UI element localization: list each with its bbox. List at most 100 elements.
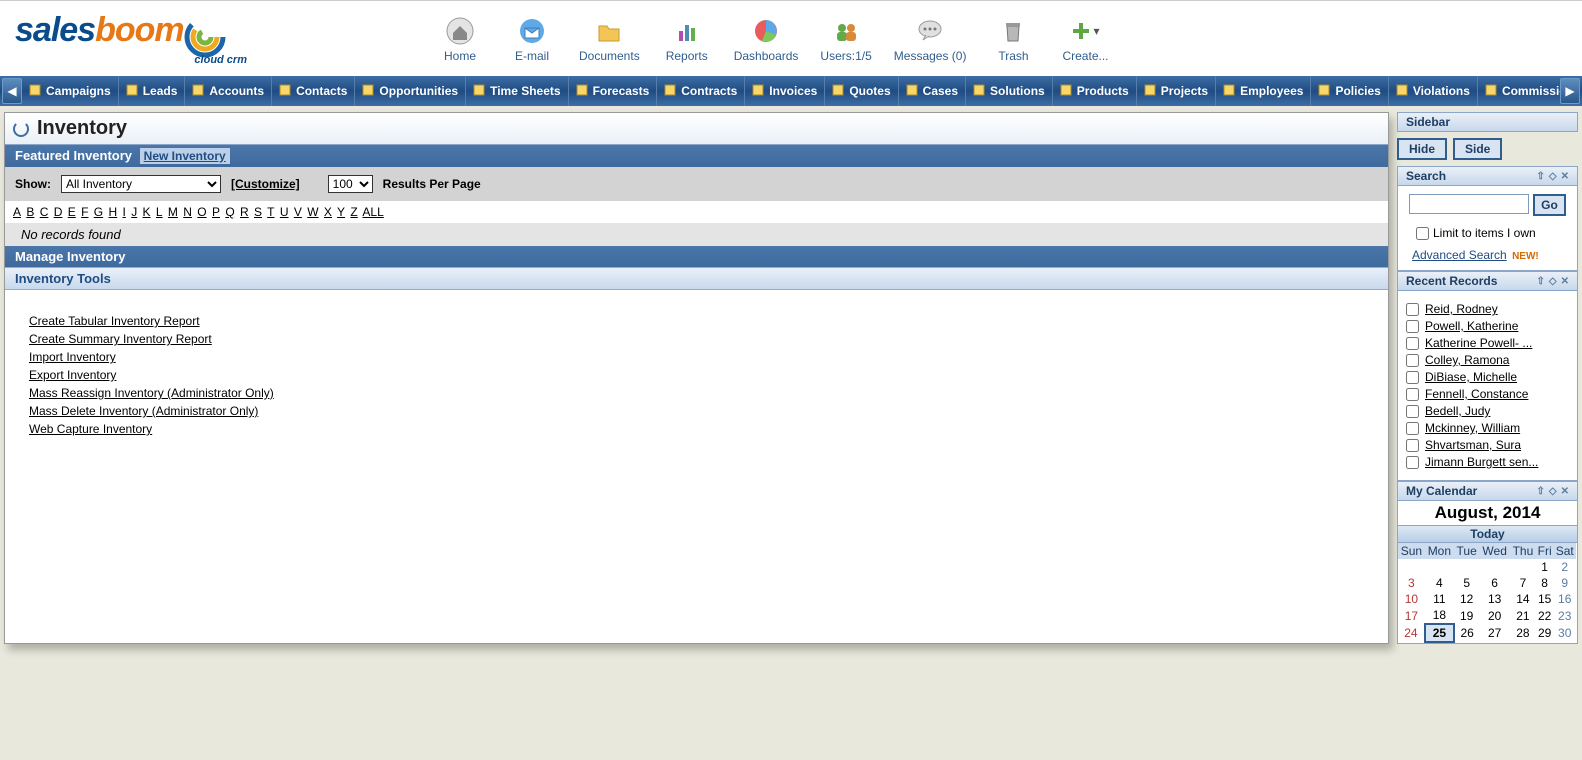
alpha-V[interactable]: V bbox=[294, 205, 302, 219]
topnav-trash[interactable]: Trash bbox=[988, 15, 1038, 63]
cal-day[interactable]: 7 bbox=[1510, 575, 1536, 591]
topnav-dashboards[interactable]: Dashboards bbox=[734, 15, 799, 63]
nav-item-cases[interactable]: Cases bbox=[898, 76, 965, 106]
cal-day[interactable]: 28 bbox=[1510, 624, 1536, 642]
alpha-I[interactable]: I bbox=[123, 205, 126, 219]
recent-checkbox[interactable] bbox=[1406, 422, 1419, 435]
cal-day[interactable]: 14 bbox=[1510, 591, 1536, 607]
nav-item-leads[interactable]: Leads bbox=[118, 76, 185, 106]
cal-day[interactable]: 26 bbox=[1454, 624, 1479, 642]
tool-link[interactable]: Create Tabular Inventory Report bbox=[29, 312, 1380, 330]
chevron-up-icon[interactable]: ⇧ bbox=[1537, 171, 1545, 182]
nav-item-employees[interactable]: Employees bbox=[1215, 76, 1310, 106]
nav-item-accounts[interactable]: Accounts bbox=[184, 76, 271, 106]
alpha-T[interactable]: T bbox=[267, 205, 274, 219]
show-select[interactable]: All Inventory bbox=[61, 175, 221, 193]
nav-scroll-left[interactable]: ◀ bbox=[2, 78, 22, 104]
alpha-Q[interactable]: Q bbox=[225, 205, 234, 219]
recent-link[interactable]: Powell, Katherine bbox=[1425, 319, 1518, 333]
cal-day[interactable]: 25 bbox=[1425, 624, 1454, 642]
cal-day[interactable]: 22 bbox=[1536, 607, 1554, 624]
recent-link[interactable]: Bedell, Judy bbox=[1425, 404, 1490, 418]
recent-link[interactable]: Jimann Burgett sen... bbox=[1425, 455, 1538, 469]
recent-checkbox[interactable] bbox=[1406, 320, 1419, 333]
new-inventory-link[interactable]: New Inventory bbox=[140, 148, 230, 164]
alpha-A[interactable]: A bbox=[13, 205, 21, 219]
nav-item-violations[interactable]: Violations bbox=[1388, 76, 1477, 106]
alpha-U[interactable]: U bbox=[280, 205, 289, 219]
recent-checkbox[interactable] bbox=[1406, 371, 1419, 384]
close-icon[interactable]: ✕ bbox=[1561, 171, 1569, 182]
cal-day[interactable]: 13 bbox=[1479, 591, 1510, 607]
topnav-reports[interactable]: Reports bbox=[662, 15, 712, 63]
cal-day[interactable]: 5 bbox=[1454, 575, 1479, 591]
tool-link[interactable]: Import Inventory bbox=[29, 348, 1380, 366]
nav-item-campaigns[interactable]: Campaigns bbox=[22, 76, 118, 106]
logo[interactable]: salesboom cloud crm bbox=[0, 11, 255, 65]
cal-day[interactable]: 10 bbox=[1398, 591, 1425, 607]
cal-day[interactable]: 27 bbox=[1479, 624, 1510, 642]
search-go-button[interactable]: Go bbox=[1533, 194, 1566, 216]
alpha-E[interactable]: E bbox=[68, 205, 76, 219]
nav-item-policies[interactable]: Policies bbox=[1310, 76, 1387, 106]
calendar-today-button[interactable]: Today bbox=[1398, 525, 1577, 543]
nav-item-opportunities[interactable]: Opportunities bbox=[354, 76, 465, 106]
alpha-S[interactable]: S bbox=[254, 205, 262, 219]
topnav-home[interactable]: Home bbox=[435, 15, 485, 63]
topnav-documents[interactable]: Documents bbox=[579, 15, 640, 63]
recent-checkbox[interactable] bbox=[1406, 439, 1419, 452]
search-input[interactable] bbox=[1409, 194, 1529, 214]
recent-link[interactable]: Katherine Powell- ... bbox=[1425, 336, 1532, 350]
alpha-L[interactable]: L bbox=[156, 205, 163, 219]
cal-day[interactable]: 9 bbox=[1553, 575, 1576, 591]
alpha-J[interactable]: J bbox=[131, 205, 137, 219]
diamond-icon[interactable]: ◇ bbox=[1549, 486, 1557, 497]
cal-day[interactable]: 16 bbox=[1553, 591, 1576, 607]
alpha-B[interactable]: B bbox=[26, 205, 34, 219]
recent-link[interactable]: Mckinney, William bbox=[1425, 421, 1520, 435]
sidebar-hide-button[interactable]: Hide bbox=[1397, 138, 1447, 160]
cal-day[interactable]: 15 bbox=[1536, 591, 1554, 607]
alpha-G[interactable]: G bbox=[94, 205, 103, 219]
topnav-create[interactable]: ▾Create... bbox=[1060, 15, 1110, 63]
recent-checkbox[interactable] bbox=[1406, 337, 1419, 350]
topnav-messages[interactable]: Messages (0) bbox=[894, 15, 967, 63]
diamond-icon[interactable]: ◇ bbox=[1549, 171, 1557, 182]
chevron-up-icon[interactable]: ⇧ bbox=[1537, 486, 1545, 497]
recent-checkbox[interactable] bbox=[1406, 456, 1419, 469]
cal-day[interactable]: 19 bbox=[1454, 607, 1479, 624]
nav-item-solutions[interactable]: Solutions bbox=[965, 76, 1052, 106]
nav-item-contacts[interactable]: Contacts bbox=[271, 76, 354, 106]
perpage-select[interactable]: 100 bbox=[328, 175, 373, 193]
tool-link[interactable]: Mass Reassign Inventory (Administrator O… bbox=[29, 384, 1380, 402]
alpha-ALL[interactable]: ALL bbox=[362, 205, 383, 219]
sidebar-side-button[interactable]: Side bbox=[1453, 138, 1502, 160]
cal-day[interactable]: 12 bbox=[1454, 591, 1479, 607]
cal-day[interactable]: 24 bbox=[1398, 624, 1425, 642]
close-icon[interactable]: ✕ bbox=[1561, 276, 1569, 287]
alpha-Y[interactable]: Y bbox=[337, 205, 345, 219]
nav-item-time-sheets[interactable]: Time Sheets bbox=[465, 76, 567, 106]
alpha-P[interactable]: P bbox=[212, 205, 220, 219]
alpha-Z[interactable]: Z bbox=[350, 205, 357, 219]
cal-day[interactable]: 29 bbox=[1536, 624, 1554, 642]
recent-link[interactable]: Fennell, Constance bbox=[1425, 387, 1528, 401]
cal-day[interactable]: 17 bbox=[1398, 607, 1425, 624]
cal-day[interactable]: 1 bbox=[1536, 559, 1554, 575]
tool-link[interactable]: Web Capture Inventory bbox=[29, 420, 1380, 438]
alpha-W[interactable]: W bbox=[307, 205, 318, 219]
nav-item-contracts[interactable]: Contracts bbox=[656, 76, 744, 106]
recent-link[interactable]: Shvartsman, Sura bbox=[1425, 438, 1521, 452]
alpha-D[interactable]: D bbox=[54, 205, 63, 219]
chevron-up-icon[interactable]: ⇧ bbox=[1537, 276, 1545, 287]
cal-day[interactable]: 8 bbox=[1536, 575, 1554, 591]
alpha-K[interactable]: K bbox=[143, 205, 151, 219]
nav-item-projects[interactable]: Projects bbox=[1136, 76, 1215, 106]
cal-day[interactable]: 23 bbox=[1553, 607, 1576, 624]
cal-day[interactable]: 20 bbox=[1479, 607, 1510, 624]
alpha-X[interactable]: X bbox=[324, 205, 332, 219]
cal-day[interactable]: 21 bbox=[1510, 607, 1536, 624]
alpha-R[interactable]: R bbox=[240, 205, 249, 219]
alpha-C[interactable]: C bbox=[40, 205, 49, 219]
recent-checkbox[interactable] bbox=[1406, 354, 1419, 367]
